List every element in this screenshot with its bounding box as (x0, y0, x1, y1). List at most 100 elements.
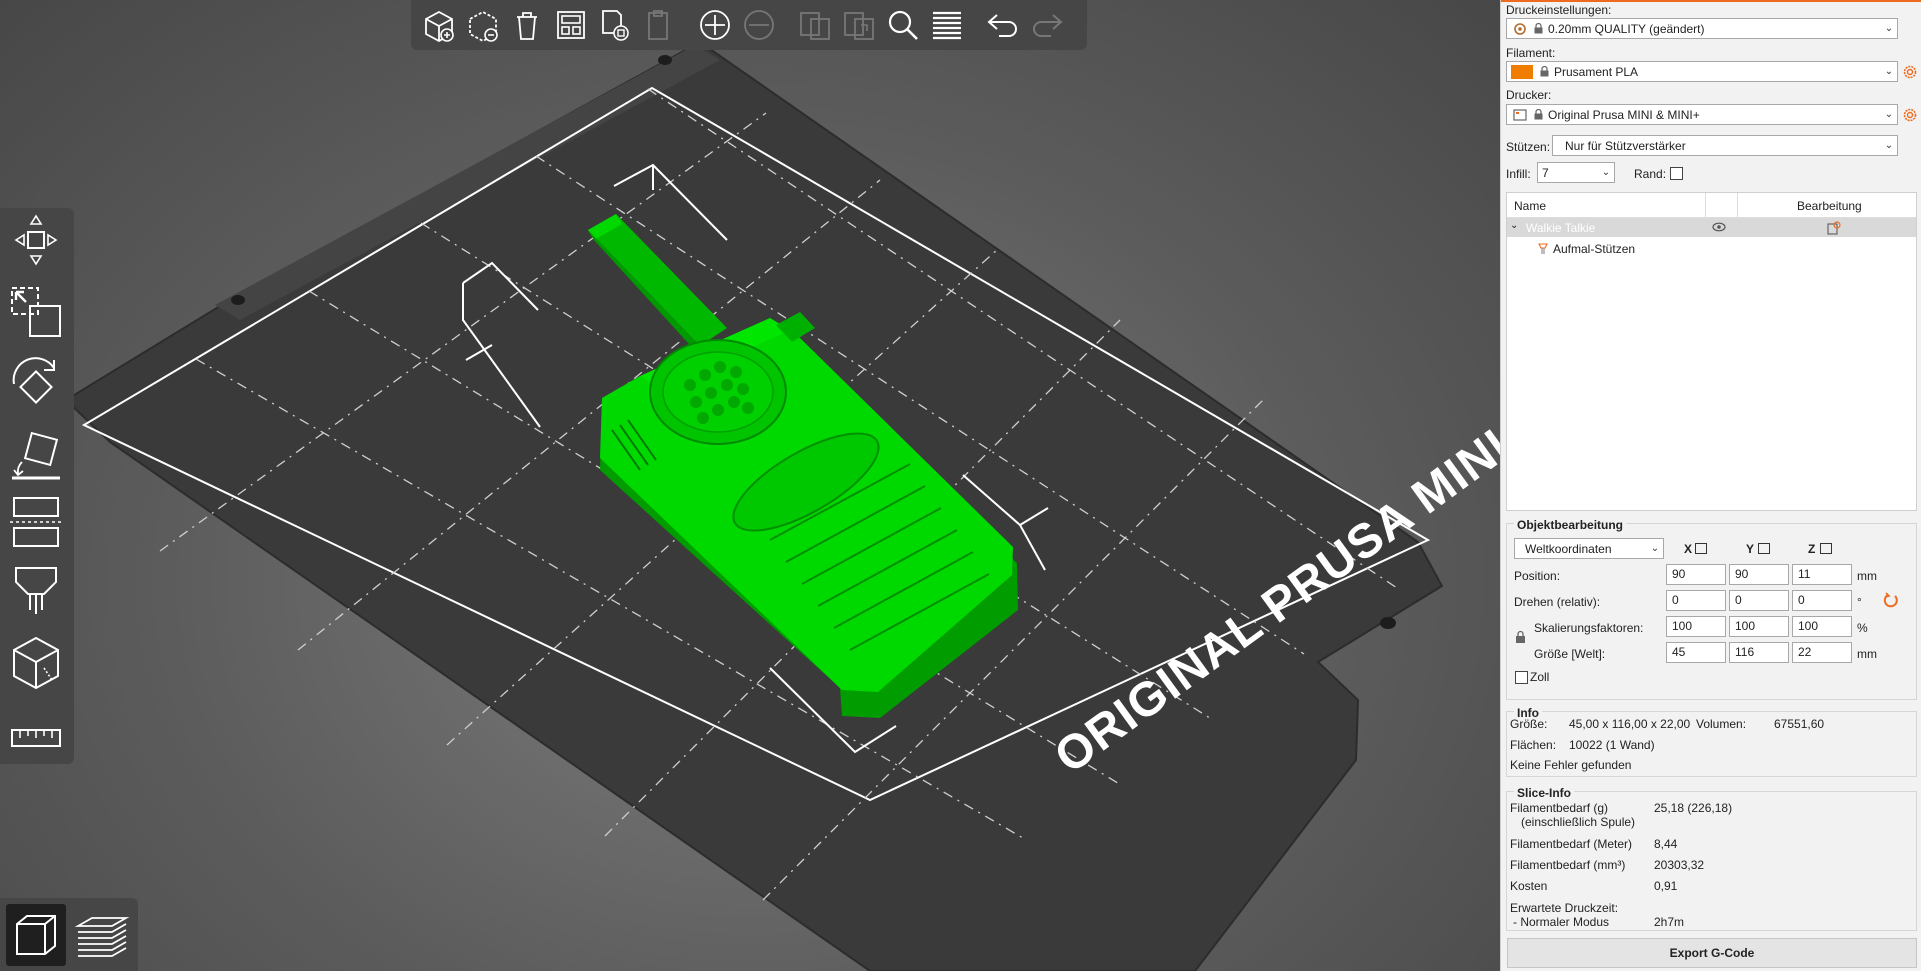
cost-label: Kosten (1510, 879, 1548, 893)
filament-settings-gear-icon[interactable] (1902, 64, 1918, 80)
print-settings-combo[interactable]: 0.20mm QUALITY (geändert) ⌄ (1506, 18, 1898, 39)
printer-value: Original Prusa MINI & MINI+ (1548, 107, 1700, 122)
filament-m-label: Filamentbedarf (Meter) (1510, 837, 1633, 851)
supports-combo[interactable]: Nur für Stützverstärker ⌄ (1552, 135, 1898, 156)
chevron-down-icon: ⌄ (1884, 66, 1894, 77)
info-volume-value: 67551,60 (1774, 717, 1825, 731)
move-icon[interactable] (6, 210, 66, 270)
object-list-header: Name Bearbeitung (1507, 193, 1916, 218)
paint-supports-icon (1538, 243, 1548, 254)
lock-icon (1534, 23, 1543, 34)
infill-label: Infill: (1506, 167, 1531, 181)
object-manipulation-title: Objektbearbeitung (1514, 518, 1627, 532)
inches-checkbox[interactable] (1515, 671, 1528, 684)
delete-icon[interactable] (463, 5, 503, 45)
export-gcode-button[interactable]: Export G-Code (1507, 938, 1917, 968)
scale-lock-icon[interactable] (1515, 630, 1526, 644)
brim-checkbox[interactable] (1670, 167, 1683, 180)
lock-icon (1540, 66, 1549, 77)
add-icon[interactable] (419, 5, 459, 45)
cut-icon[interactable] (6, 494, 66, 554)
filament-combo[interactable]: Prusament PLA ⌄ (1506, 61, 1898, 82)
printer-combo[interactable]: Original Prusa MINI & MINI+ ⌄ (1506, 104, 1898, 125)
copy-icon[interactable] (595, 5, 635, 45)
position-label: Position: (1514, 569, 1561, 583)
axis-y-drop-icon[interactable] (1758, 543, 1770, 554)
filament-g-label: Filamentbedarf (g) (1510, 801, 1609, 815)
print-settings-icon (1514, 22, 1526, 35)
top-toolbar (411, 0, 1087, 50)
infill-combo[interactable]: 7 ⌄ (1537, 162, 1615, 183)
filament-m-value: 8,44 (1654, 837, 1678, 851)
printer-settings-gear-icon[interactable] (1902, 107, 1918, 123)
accent-bar (1501, 0, 1921, 2)
cost-value: 0,91 (1654, 879, 1678, 893)
filament-color-swatch (1511, 64, 1533, 79)
axis-y-label: Y (1746, 542, 1755, 556)
expand-chevron-icon[interactable]: ⌄ (1510, 220, 1518, 231)
size-x-field[interactable]: 45 (1666, 642, 1726, 663)
prusaslicer-window: ORIGINAL PRUSA MINI Druckeinstellungen: … (0, 0, 1921, 971)
measure-icon[interactable] (6, 708, 66, 768)
rotate-unit: ° (1857, 595, 1862, 609)
edit-settings-icon[interactable] (1827, 221, 1841, 235)
delete-all-icon[interactable] (507, 5, 547, 45)
undo-icon[interactable] (983, 5, 1023, 45)
slice-info-title: Slice-Info (1514, 786, 1575, 800)
reset-rotation-icon[interactable] (1883, 592, 1899, 608)
list-item[interactable]: Aufmal-Stützen (1507, 239, 1916, 258)
info-facets-value: 10022 (1 Wand) (1569, 738, 1655, 752)
3d-viewport[interactable]: ORIGINAL PRUSA MINI (0, 0, 1500, 971)
chevron-down-icon: ⌄ (1601, 167, 1611, 178)
info-size-value: 45,00 x 116,00 x 22,00 (1569, 717, 1691, 731)
scale-x-field[interactable]: 100 (1666, 616, 1726, 637)
coordinates-value: Weltkoordinaten (1525, 541, 1612, 556)
column-name[interactable]: Name (1514, 199, 1546, 213)
position-y-field[interactable]: 90 (1729, 564, 1789, 585)
info-errors: Keine Fehler gefunden (1510, 758, 1632, 772)
object-list: Name Bearbeitung ⌄ Walkie Talkie Aufmal-… (1506, 192, 1917, 511)
object-part-name: Aufmal-Stützen (1553, 242, 1636, 256)
scale-y-field[interactable]: 100 (1729, 616, 1789, 637)
axis-x-label: X (1684, 542, 1693, 556)
scale-z-field[interactable]: 100 (1792, 616, 1852, 637)
size-z-field[interactable]: 22 (1792, 642, 1852, 663)
position-z-field[interactable]: 11 (1792, 564, 1852, 585)
scale-label: Skalierungsfaktoren: (1534, 621, 1644, 635)
size-unit: mm (1857, 647, 1877, 661)
size-y-field[interactable]: 116 (1729, 642, 1789, 663)
rotate-icon[interactable] (6, 352, 66, 412)
normal-mode-label: - Normaler Modus (1513, 915, 1610, 929)
axis-z-drop-icon[interactable] (1820, 543, 1832, 554)
add-instance-icon[interactable] (695, 5, 735, 45)
chevron-down-icon: ⌄ (1884, 109, 1894, 120)
3d-view-icon[interactable] (6, 904, 66, 966)
list-item[interactable]: ⌄ Walkie Talkie (1507, 218, 1916, 237)
print-time-label: Erwartete Druckzeit: (1510, 901, 1619, 915)
paste-icon (639, 5, 679, 45)
scale-icon[interactable] (6, 282, 66, 342)
column-edit[interactable]: Bearbeitung (1797, 199, 1862, 213)
seam-painting-icon[interactable] (6, 634, 66, 694)
info-facets-label: Flächen: (1510, 738, 1557, 752)
layers-editing-icon[interactable] (927, 5, 967, 45)
supports-value: Nur für Stützverstärker (1565, 138, 1686, 153)
arrange-icon[interactable] (551, 5, 591, 45)
rotate-x-field[interactable]: 0 (1666, 590, 1726, 611)
rotate-z-field[interactable]: 0 (1792, 590, 1852, 611)
rotate-y-field[interactable]: 0 (1729, 590, 1789, 611)
print-settings-value: 0.20mm QUALITY (geändert) (1548, 21, 1705, 36)
paint-supports-icon[interactable] (6, 564, 66, 624)
preview-layers-icon[interactable] (72, 904, 132, 966)
coordinates-combo[interactable]: Weltkoordinaten ⌄ (1514, 538, 1664, 559)
search-icon[interactable] (883, 5, 923, 45)
position-x-field[interactable]: 90 (1666, 564, 1726, 585)
position-unit: mm (1857, 569, 1877, 583)
axis-x-drop-icon[interactable] (1695, 543, 1707, 554)
filament-mm3-value: 20303,32 (1654, 858, 1705, 872)
bed-scene: ORIGINAL PRUSA MINI (64, 40, 1500, 971)
filament-label: Filament: (1506, 46, 1556, 60)
sidebar: Druckeinstellungen: 0.20mm QUALITY (geän… (1500, 0, 1921, 971)
place-on-face-icon[interactable] (6, 426, 66, 486)
visibility-eye-icon[interactable] (1712, 222, 1726, 232)
